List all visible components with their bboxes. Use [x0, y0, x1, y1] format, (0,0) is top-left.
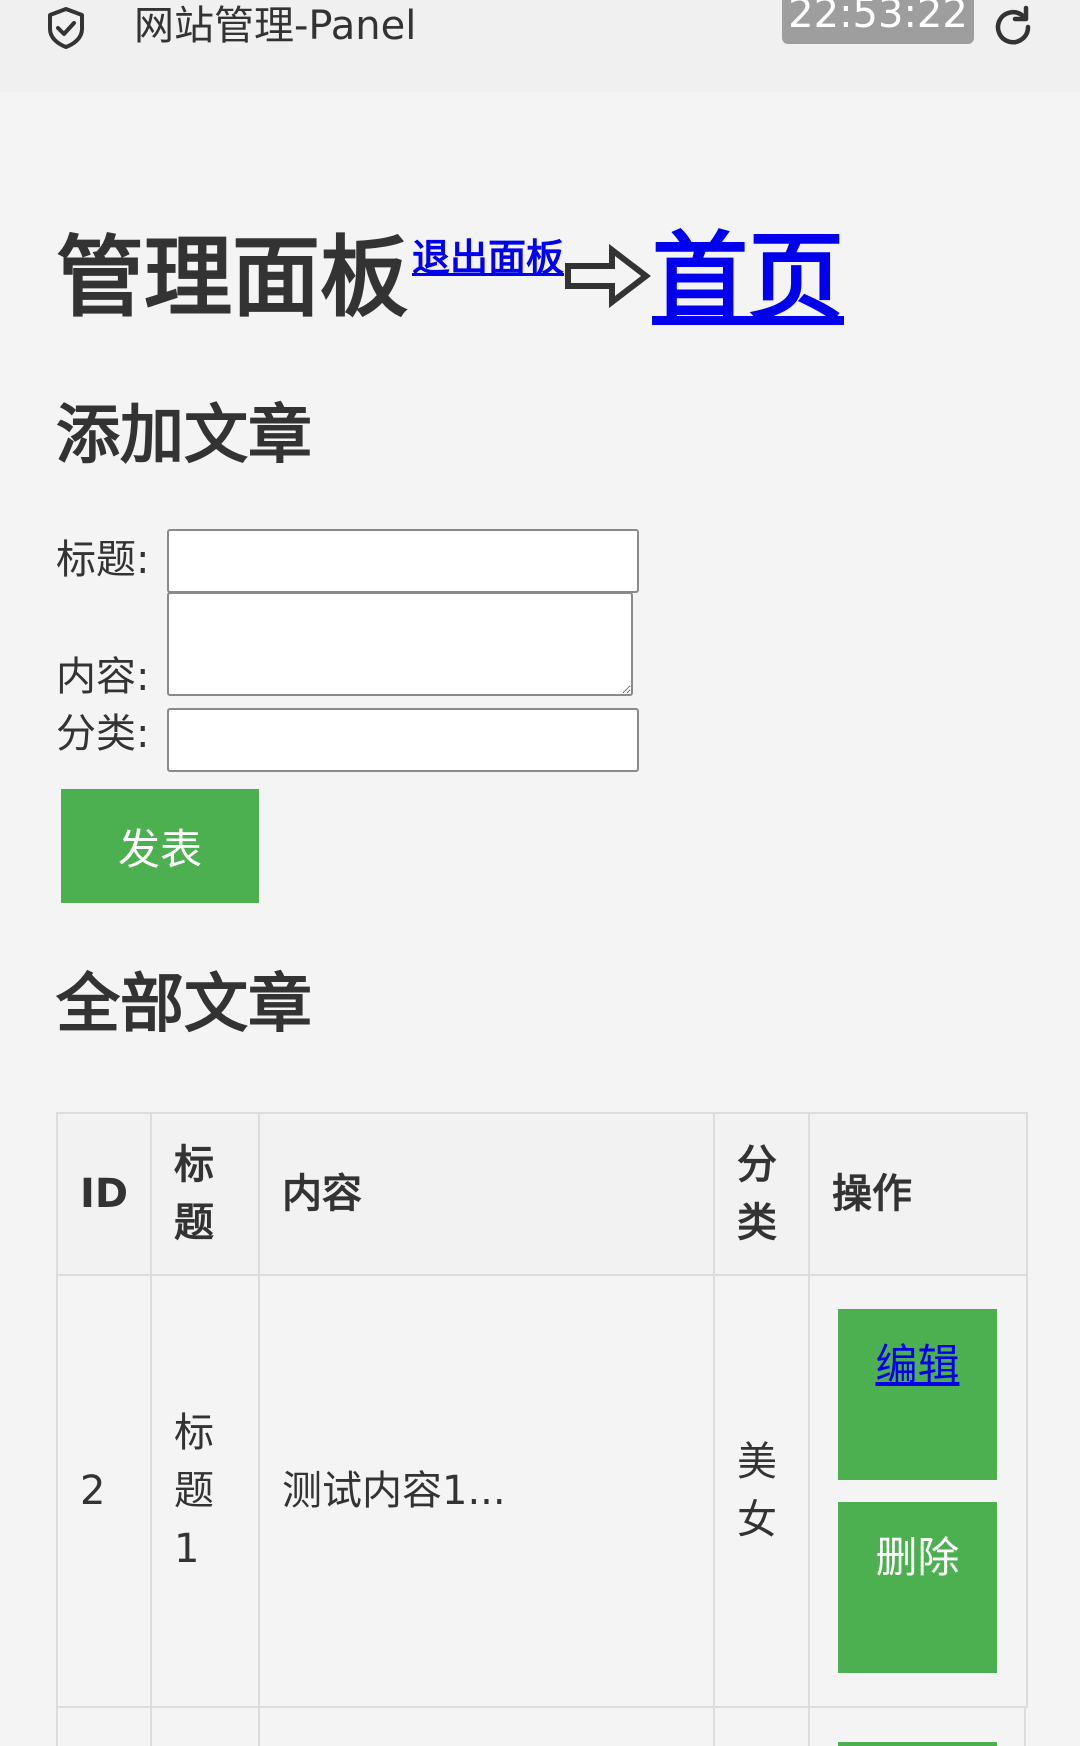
column-header-content: 内容	[258, 1112, 715, 1276]
column-header-actions: 操作	[808, 1112, 1028, 1276]
add-article-heading: 添加文章	[56, 399, 312, 473]
cell-title: 标题1	[150, 1274, 260, 1708]
panel-heading: 管理面板 退出面板 首页	[56, 218, 844, 329]
clock-badge: 22:53:22	[782, 0, 974, 44]
title-label: 标题:	[56, 537, 150, 583]
table-header-row: ID 标题 内容 分类 操作	[56, 1112, 1028, 1276]
page-title: 管理面板	[56, 226, 409, 329]
next-edit-button-partial[interactable]	[838, 1742, 997, 1746]
shield-check-icon	[48, 7, 84, 49]
edit-button[interactable]: 编辑	[838, 1309, 997, 1480]
table-row: 2 标题1 测试内容1... 美女 编辑 删除	[56, 1274, 1028, 1708]
column-header-category: 分类	[713, 1112, 810, 1276]
all-articles-heading: 全部文章	[56, 968, 312, 1042]
publish-button[interactable]: 发表	[61, 789, 259, 903]
content-textarea[interactable]	[167, 592, 633, 696]
category-label: 分类:	[56, 711, 150, 757]
logout-link[interactable]: 退出面板	[412, 238, 564, 278]
delete-button[interactable]: 删除	[838, 1502, 997, 1673]
column-header-id: ID	[56, 1112, 152, 1276]
column-header-title: 标题	[150, 1112, 260, 1276]
refresh-icon[interactable]	[988, 2, 1038, 52]
edit-link[interactable]: 编辑	[875, 1340, 959, 1389]
category-input[interactable]	[167, 708, 639, 772]
cell-category: 美女	[713, 1274, 810, 1708]
articles-table: ID 标题 内容 分类 操作 2 标题1 测试内容1... 美女 编辑 删除	[56, 1112, 1028, 1708]
cell-id: 2	[56, 1274, 152, 1708]
cell-content: 测试内容1...	[258, 1274, 715, 1708]
top-app-bar: 网站管理-Panel 22:53:22	[0, 0, 1080, 92]
title-input[interactable]	[167, 529, 639, 593]
arrow-right-outline-icon	[565, 244, 651, 308]
content-label: 内容:	[56, 654, 150, 700]
cell-actions: 编辑 删除	[808, 1274, 1028, 1708]
home-link[interactable]: 首页	[652, 228, 844, 328]
next-table-row-partial	[56, 1706, 1026, 1746]
app-title: 网站管理-Panel	[134, 3, 417, 49]
